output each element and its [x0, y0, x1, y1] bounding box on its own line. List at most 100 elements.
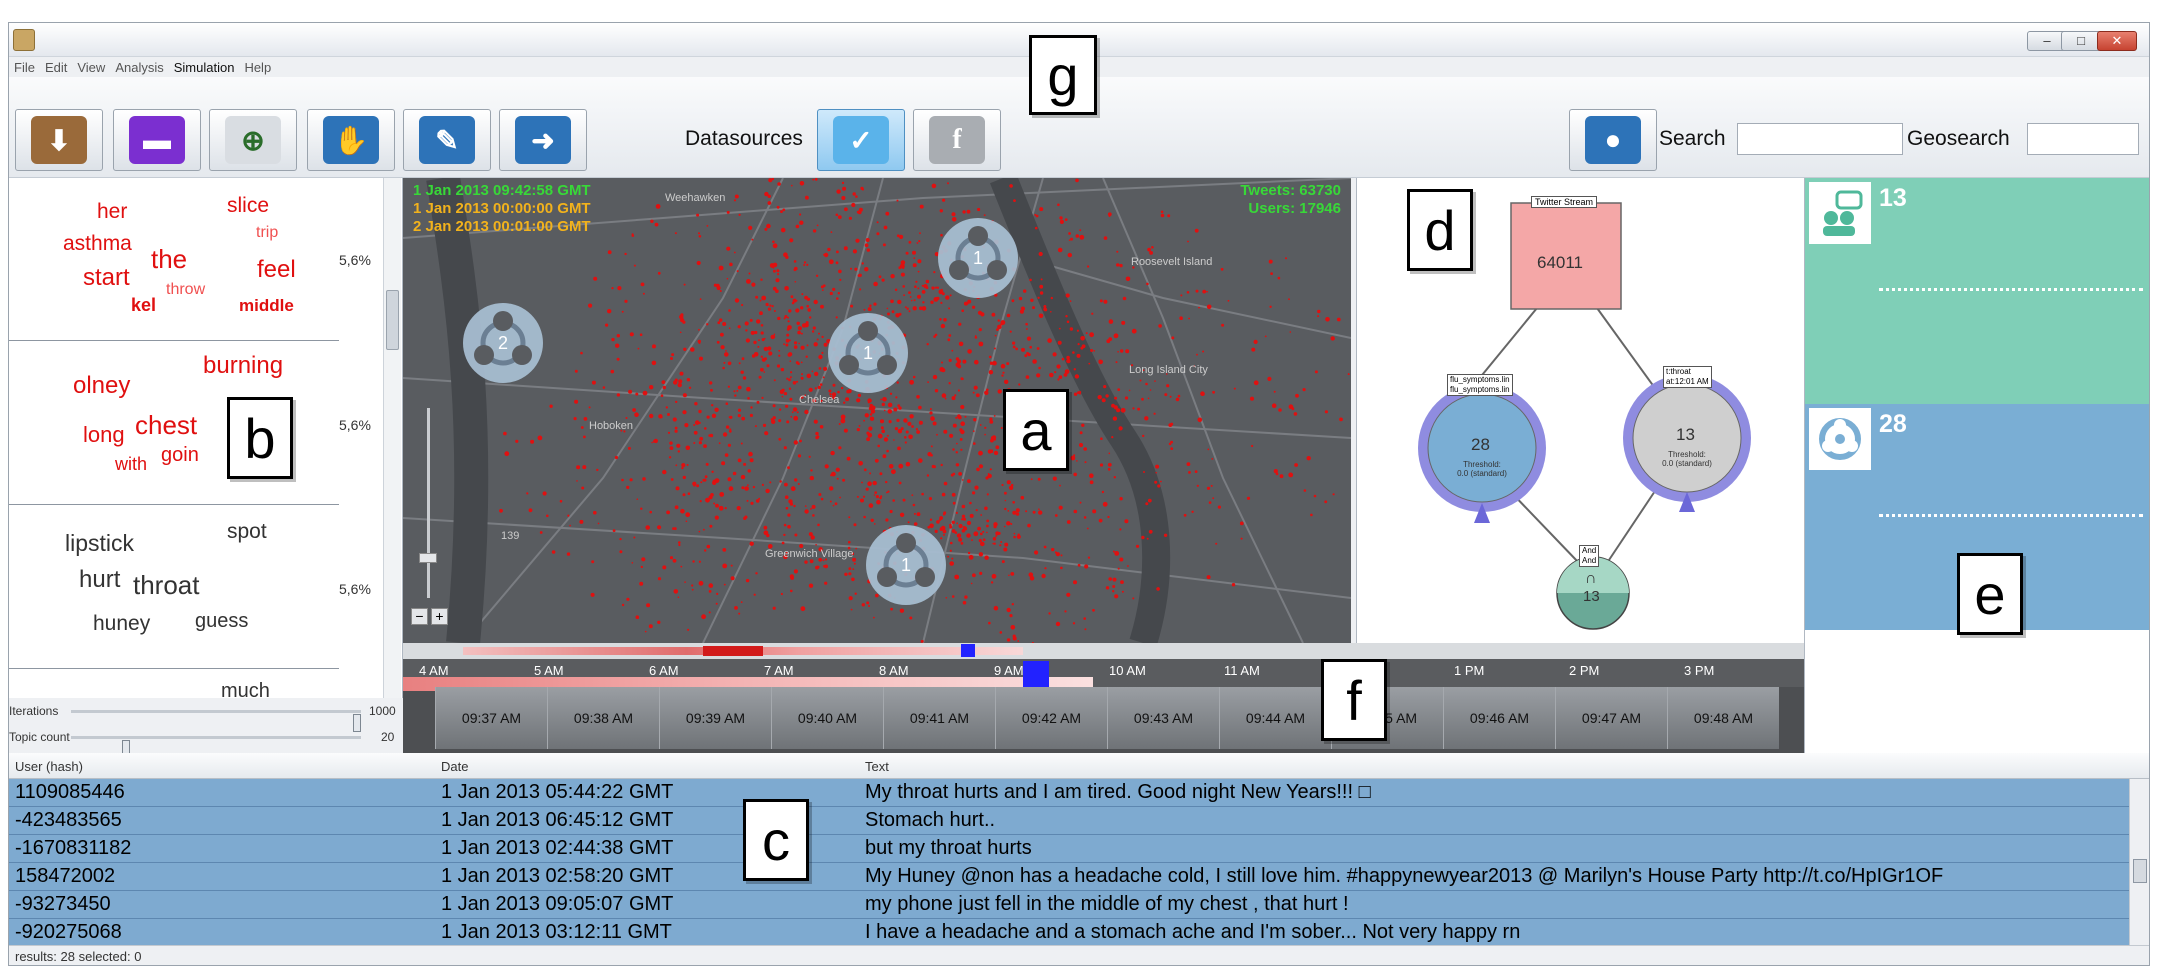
tweet-point: [772, 266, 775, 269]
minute-slot[interactable]: 09:48 AM: [1667, 687, 1779, 749]
tweet-point: [966, 520, 972, 526]
table-row[interactable]: -93273450 1 Jan 2013 09:05:07 GMT my phone…: [9, 891, 2129, 919]
menu-file[interactable]: File: [9, 57, 40, 78]
tweet-point: [1079, 229, 1082, 232]
menu-help[interactable]: Help: [239, 57, 276, 78]
twitter-source-button[interactable]: ✓: [817, 109, 905, 171]
search-input[interactable]: [1737, 123, 1903, 155]
menu-view[interactable]: View: [72, 57, 110, 78]
tweet-point: [755, 295, 759, 299]
column-header-user[interactable]: User (hash): [15, 759, 83, 774]
minute-slot[interactable]: 09:39 AM: [659, 687, 771, 749]
table-scrollbar[interactable]: [2129, 779, 2149, 945]
minute-slot[interactable]: 09:40 AM: [771, 687, 883, 749]
zoom-search-button[interactable]: ⊕: [209, 109, 297, 171]
tweet-point: [629, 478, 633, 482]
tweet-point: [772, 606, 776, 610]
tweet-point: [1188, 317, 1190, 320]
zoom-thumb[interactable]: [419, 553, 437, 563]
minute-slot[interactable]: 09:46 AM: [1443, 687, 1555, 749]
tweet-point: [1108, 452, 1111, 455]
tweet-point: [641, 557, 646, 562]
topic-cloud-1[interactable]: her slice trip asthma the feel start thr…: [9, 178, 371, 341]
tweet-map[interactable]: 1211 1 Jan 2013 09:42:58 GMT 1 Jan 2013 …: [403, 178, 1351, 643]
map-canvas[interactable]: 12 11: [403, 178, 1351, 643]
tweet-point: [671, 353, 675, 357]
tweet-point: [877, 444, 880, 448]
users-tool-button[interactable]: ●: [1569, 109, 1657, 171]
menu-edit[interactable]: Edit: [40, 57, 72, 78]
tweet-point: [734, 194, 739, 199]
close-button[interactable]: ✕: [2097, 31, 2137, 51]
topic-cloud-4[interactable]: much: [9, 670, 339, 702]
import-button[interactable]: ⬇: [15, 109, 103, 171]
timeline[interactable]: 4 AM5 AM6 AM7 AM8 AM9 AM10 AM11 AM12 PM1…: [403, 643, 1804, 753]
next-button[interactable]: ➜: [499, 109, 587, 171]
table-row[interactable]: -423483565 1 Jan 2013 06:45:12 GMT Stomach…: [9, 807, 2129, 835]
tweet-point: [976, 467, 980, 472]
tweet-point: [653, 438, 658, 444]
minute-slot[interactable]: 09:43 AM: [1107, 687, 1219, 749]
table-row[interactable]: -920275068 1 Jan 2013 03:12:11 GMT I have …: [9, 919, 2129, 947]
iterations-slider[interactable]: [71, 710, 361, 732]
maximize-button[interactable]: □: [2061, 31, 2101, 51]
column-header-date[interactable]: Date: [441, 759, 468, 774]
menu-analysis[interactable]: Analysis: [110, 57, 168, 78]
minute-slot[interactable]: 09:47 AM: [1555, 687, 1667, 749]
facebook-source-button[interactable]: f: [913, 109, 1001, 171]
tweet-point: [1001, 374, 1004, 377]
tweet-point: [675, 486, 680, 491]
tweet-point: [1064, 218, 1068, 221]
tweet-point: [951, 396, 956, 401]
tweet-point: [1010, 625, 1016, 630]
topic-cloud-3[interactable]: lipstick spot hurt throat huney guess 5,…: [9, 506, 371, 669]
topic-count-slider[interactable]: [71, 736, 361, 758]
tweet-point: [602, 386, 606, 389]
tweet-point: [1060, 554, 1063, 557]
topic-scrollbar-thumb[interactable]: [386, 290, 399, 350]
biohazard-cluster-marker[interactable]: 1: [866, 525, 946, 605]
tweet-point: [677, 450, 680, 453]
tweet-point: [1160, 213, 1165, 218]
tweet-point: [1277, 276, 1281, 280]
zoom-track[interactable]: [427, 408, 430, 598]
table-row[interactable]: 1109085446 1 Jan 2013 05:44:22 GMT My thro…: [9, 779, 2129, 807]
open-folder-button[interactable]: ▬: [113, 109, 201, 171]
tweet-point: [949, 561, 954, 566]
table-row[interactable]: 158472002 1 Jan 2013 02:58:20 GMT My Huney…: [9, 863, 2129, 891]
minute-slot[interactable]: 09:44 AM: [1219, 687, 1331, 749]
timeline-overview[interactable]: [403, 643, 1804, 659]
column-header-text[interactable]: Text: [865, 759, 889, 774]
tweet-point: [778, 354, 781, 357]
edit-button[interactable]: ✎: [403, 109, 491, 171]
tweet-point: [860, 498, 864, 503]
tweet-point: [891, 310, 895, 314]
timeline-window-marker[interactable]: [961, 644, 975, 657]
minute-slot[interactable]: 09:37 AM: [435, 687, 547, 749]
tweet-point: [823, 252, 829, 258]
minute-slot[interactable]: 09:38 AM: [547, 687, 659, 749]
biohazard-cluster-marker[interactable]: 1: [828, 313, 908, 393]
tweet-point: [1075, 234, 1080, 238]
biohazard-cluster-marker[interactable]: 1: [938, 218, 1018, 298]
minute-slot[interactable]: 09:41 AM: [883, 687, 995, 749]
menu-simulation[interactable]: Simulation: [169, 57, 240, 78]
tweet-point: [672, 527, 675, 530]
biohazard-cluster-marker[interactable]: 2: [463, 303, 543, 383]
zoom-out-button[interactable]: −: [411, 608, 428, 625]
geosearch-input[interactable]: [2027, 123, 2139, 155]
cluster-block-people[interactable]: 13: [1805, 178, 2149, 404]
tweet-point: [779, 480, 782, 483]
minute-slot[interactable]: 09:42 AM: [995, 687, 1107, 749]
user-count: Users: 17946: [1248, 200, 1341, 217]
zoom-in-button[interactable]: +: [431, 608, 448, 625]
tweet-point: [1087, 265, 1090, 268]
hands-tool-button[interactable]: ✋: [307, 109, 395, 171]
tweet-point: [799, 439, 802, 443]
topic-scrollbar[interactable]: [383, 178, 401, 698]
tweet-point: [787, 513, 791, 517]
edit-icon: ✎: [419, 116, 475, 164]
table-scrollbar-thumb[interactable]: [2133, 859, 2147, 883]
table-row[interactable]: -1670831182 1 Jan 2013 02:44:38 GMT but my…: [9, 835, 2129, 863]
tweet-point: [733, 390, 736, 393]
